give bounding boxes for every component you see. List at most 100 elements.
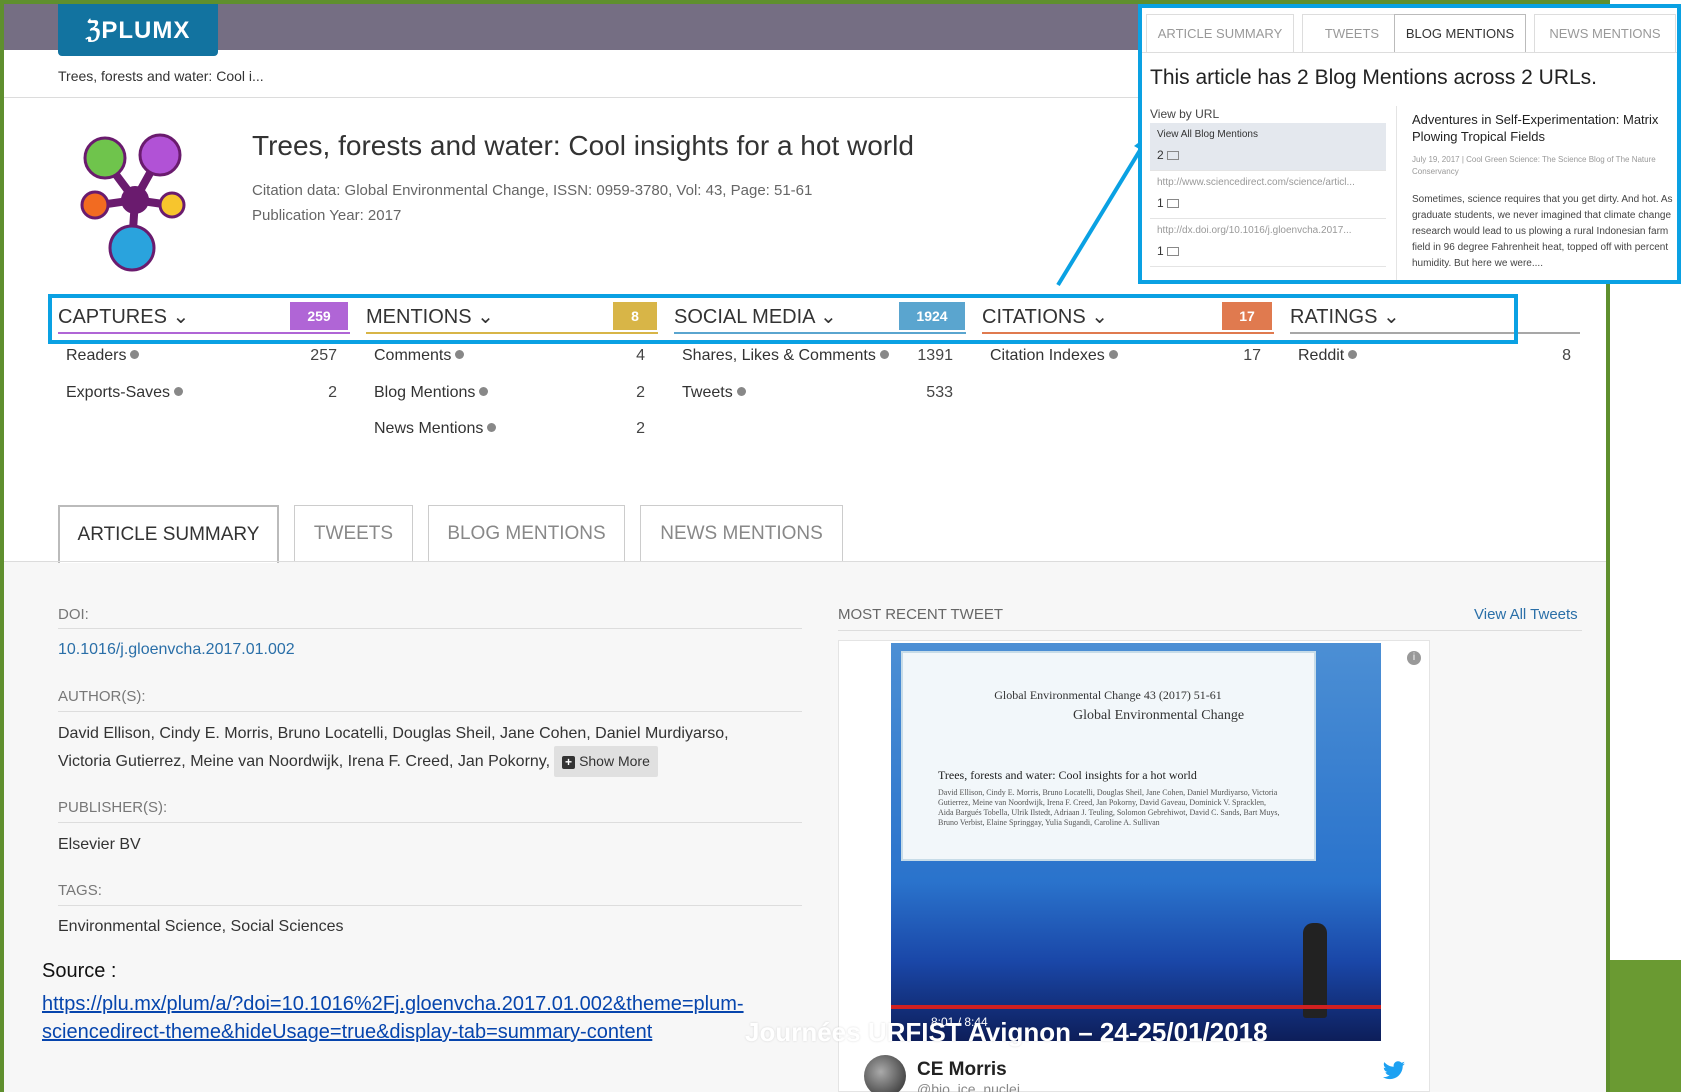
green-corner-decoration	[1610, 960, 1681, 1092]
metric-shares-likes-comments[interactable]: Shares, Likes & Comments	[682, 347, 889, 365]
url-count-value: 2	[1157, 148, 1164, 162]
publisher-value: Elsevier BV	[58, 836, 141, 853]
speaker-figure	[1303, 923, 1327, 1018]
metric-label: Comments	[374, 347, 452, 364]
metric-label: Tweets	[682, 384, 733, 401]
event-footer: Journées URFIST Avignon – 24-25/01/2018	[745, 1017, 1268, 1047]
info-icon[interactable]	[736, 387, 746, 396]
section-rule	[58, 711, 802, 712]
section-rule	[58, 822, 802, 823]
inset-tab-blog-mentions[interactable]: BLOG MENTIONS	[1394, 14, 1526, 52]
blog-icon	[1166, 151, 1179, 160]
metric-tweets[interactable]: Tweets	[682, 384, 746, 402]
url-count-value: 1	[1157, 244, 1164, 258]
url-count: 1	[1157, 196, 1379, 210]
section-rule	[838, 630, 1582, 631]
blog-post-meta: July 19, 2017 | Cool Green Science: The …	[1412, 155, 1656, 176]
view-all-tweets-link[interactable]: View All Tweets	[1474, 606, 1578, 623]
twitter-bird-icon[interactable]	[1382, 1061, 1406, 1081]
most-recent-tweet-label: MOST RECENT TWEET	[838, 606, 1004, 623]
metric-readers[interactable]: Readers	[66, 347, 140, 365]
plum-print-icon	[80, 133, 186, 272]
metric-comments[interactable]: Comments	[374, 347, 465, 365]
tweet-user-name[interactable]: CE Morris	[917, 1059, 1007, 1081]
metric-label: Readers	[66, 347, 127, 364]
projected-paper-screen: Global Environmental Change 43 (2017) 51…	[901, 651, 1316, 861]
section-rule	[58, 905, 802, 906]
section-rule	[58, 628, 802, 629]
metric-value: 2	[636, 420, 645, 437]
url-label: http://dx.doi.org/10.1016/j.gloenvcha.20…	[1157, 225, 1352, 236]
view-by-url-label: View by URL	[1150, 107, 1220, 121]
info-icon[interactable]: i	[1407, 651, 1421, 665]
info-icon[interactable]	[455, 350, 465, 359]
url-item-all[interactable]: View All Blog Mentions 2	[1150, 123, 1386, 171]
metric-exports-saves[interactable]: Exports-Saves	[66, 384, 184, 402]
metric-value: 2	[328, 384, 337, 401]
blog-mentions-inset: ARTICLE SUMMARY TWEETS BLOG MENTIONS NEW…	[1138, 4, 1681, 284]
tabs-divider	[4, 561, 1606, 562]
authors-label: AUTHOR(S):	[58, 688, 146, 705]
source-url-link[interactable]: https://plu.mx/plum/a/?doi=10.1016%2Fj.g…	[42, 990, 842, 1046]
metric-label: Shares, Likes & Comments	[682, 347, 876, 364]
blog-post-title[interactable]: Adventures in Self-Experimentation: Matr…	[1412, 111, 1677, 145]
info-icon[interactable]	[479, 387, 489, 396]
show-more-label: Show More	[579, 753, 650, 769]
tags-value: Environmental Science, Social Sciences	[58, 918, 344, 935]
metric-value: 1391	[917, 347, 953, 364]
tab-news-mentions[interactable]: NEWS MENTIONS	[640, 505, 843, 561]
metric-reddit[interactable]: Reddit	[1298, 347, 1358, 365]
metric-value: 8	[1562, 347, 1571, 364]
metric-value: 257	[310, 347, 337, 364]
metric-label: Citation Indexes	[990, 347, 1105, 364]
info-icon[interactable]	[879, 350, 889, 359]
url-item[interactable]: http://www.sciencedirect.com/science/art…	[1150, 171, 1386, 219]
publication-year: Publication Year: 2017	[252, 207, 402, 224]
url-count: 2	[1157, 148, 1379, 162]
blog-icon	[1166, 199, 1179, 208]
citation-data: Citation data: Global Environmental Chan…	[252, 182, 813, 199]
tab-blog-mentions[interactable]: BLOG MENTIONS	[428, 505, 625, 561]
authors-line: Victoria Gutierrez, Meine van Noordwijk,…	[58, 753, 551, 770]
tab-tweets[interactable]: TWEETS	[294, 505, 413, 561]
authors-list: David Ellison, Cindy E. Morris, Bruno Lo…	[58, 721, 729, 777]
url-count: 1	[1157, 244, 1379, 258]
paper-header: Global Environmental Change 43 (2017) 51…	[994, 688, 1222, 702]
paper-title: Trees, forests and water: Cool insights …	[938, 768, 1197, 782]
tab-article-summary[interactable]: ARTICLE SUMMARY	[58, 505, 279, 563]
metric-blog-mentions[interactable]: Blog Mentions	[374, 384, 489, 402]
avatar[interactable]	[864, 1055, 906, 1092]
show-more-button[interactable]: + Show More	[554, 746, 658, 777]
url-item[interactable]: http://dx.doi.org/10.1016/j.gloenvcha.20…	[1150, 219, 1386, 267]
metric-label: Reddit	[1298, 347, 1345, 364]
video-progress-bar[interactable]	[891, 1005, 1381, 1009]
info-icon[interactable]	[130, 350, 140, 359]
doi-label: DOI:	[58, 606, 89, 623]
metric-value: 533	[926, 384, 953, 401]
plus-icon: +	[562, 756, 576, 769]
publishers-label: PUBLISHER(S):	[58, 799, 168, 816]
plumx-logo[interactable]: ℨPLUMX	[58, 4, 218, 56]
inset-tab-article-summary[interactable]: ARTICLE SUMMARY	[1146, 14, 1294, 52]
url-label: View All Blog Mentions	[1157, 129, 1258, 140]
metric-label: Blog Mentions	[374, 384, 476, 401]
metric-label: News Mentions	[374, 420, 484, 437]
tweet-user-handle[interactable]: @bio_ice_nuclei	[917, 1081, 1020, 1092]
metric-citation-indexes[interactable]: Citation Indexes	[990, 347, 1118, 365]
tweet-video[interactable]: Global Environmental Change 43 (2017) 51…	[891, 643, 1381, 1041]
metric-value: 17	[1243, 347, 1261, 364]
doi-link[interactable]: 10.1016/j.gloenvcha.2017.01.002	[58, 637, 295, 662]
info-icon[interactable]	[174, 387, 184, 396]
categories-highlight-box	[48, 294, 1518, 344]
info-icon[interactable]	[1108, 350, 1118, 359]
tags-label: TAGS:	[58, 882, 102, 899]
url-list: View All Blog Mentions 2 http://www.scie…	[1150, 123, 1386, 267]
inset-tab-tweets[interactable]: TWEETS	[1302, 14, 1402, 52]
info-icon[interactable]	[487, 423, 497, 432]
inset-tab-news-mentions[interactable]: NEWS MENTIONS	[1534, 14, 1676, 52]
metric-value: 2	[636, 384, 645, 401]
metric-label: Exports-Saves	[66, 384, 171, 401]
metric-news-mentions[interactable]: News Mentions	[374, 420, 497, 438]
info-icon[interactable]	[1348, 350, 1358, 359]
url-label: http://www.sciencedirect.com/science/art…	[1157, 177, 1355, 188]
